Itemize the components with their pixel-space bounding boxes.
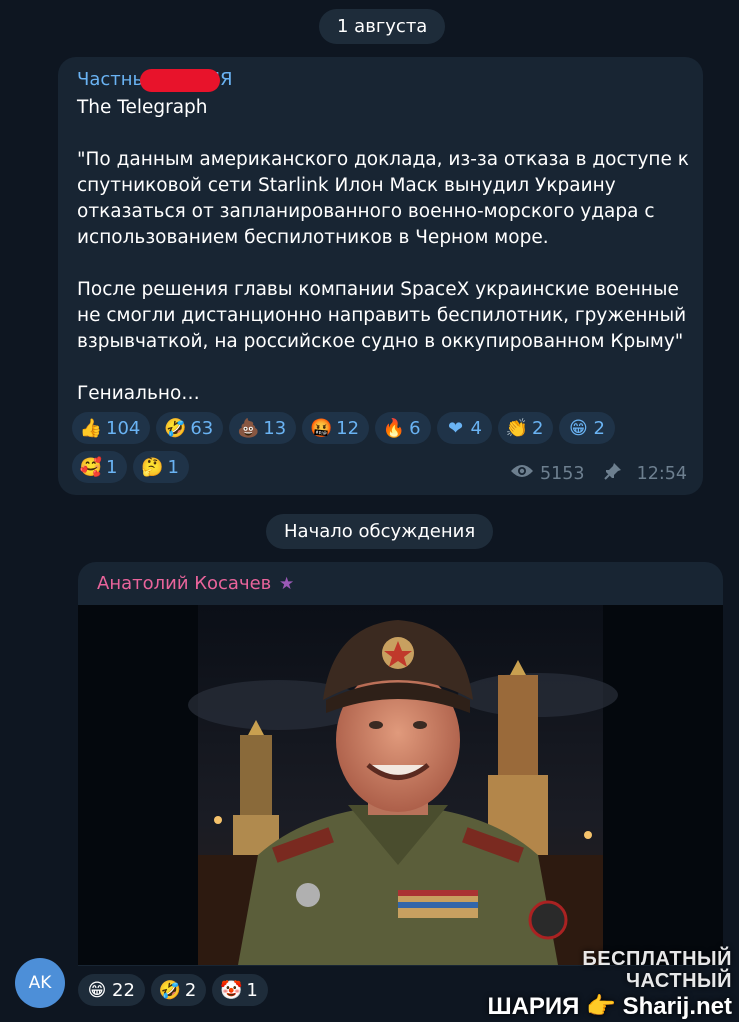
pin-icon [603, 461, 623, 486]
redaction-mark [140, 69, 220, 92]
reaction-thumbs-up[interactable]: 👍 104 [72, 412, 151, 444]
reaction-count: 63 [190, 417, 214, 439]
comment-author[interactable]: Анатолий Косачев ★ [97, 573, 294, 594]
reaction-grin[interactable]: 😁 2 [559, 412, 615, 444]
reaction-count: 1 [167, 456, 179, 478]
rofl-icon: 🤣 [164, 417, 187, 439]
reaction-angry-swearing[interactable]: 🤬 12 [302, 412, 370, 444]
post-reactions: 👍 104 🤣 63 💩 13 🤬 12 🔥 6 ❤ 4 👏 2 😁 2 [72, 412, 615, 444]
reaction-count: 2 [531, 417, 544, 439]
watermark-line2: ШАРИЯ 👉 Sharij.net [487, 993, 732, 1020]
clown-icon: 🤡 [220, 979, 243, 1001]
post-reactions-row2: 🥰 1 🤔 1 [72, 451, 189, 483]
commenter-avatar[interactable]: AK [15, 958, 65, 1008]
rofl-icon: 🤣 [158, 979, 182, 1001]
thumbs-up-icon: 👍 [79, 417, 103, 439]
comment-reactions: 😁 22 🤣 2 🤡 1 [78, 974, 268, 1006]
clap-icon: 👏 [505, 417, 529, 439]
discussion-start-separator: Начало обсуждения [266, 514, 494, 549]
grin-icon: 😁 [569, 417, 588, 439]
reaction-clown[interactable]: 🤡 1 [212, 974, 268, 1006]
reaction-count: 6 [409, 417, 421, 439]
reaction-thinking[interactable]: 🤔 1 [133, 451, 189, 483]
date-separator: 1 августа [319, 9, 446, 44]
star-icon: ★ [279, 574, 295, 594]
comment-message: Анатолий Косачев ★ [78, 562, 723, 966]
reaction-rofl[interactable]: 🤣 63 [156, 412, 224, 444]
reaction-count: 1 [106, 456, 118, 478]
reaction-count: 4 [470, 417, 482, 439]
reaction-count: 2 [593, 417, 605, 439]
reaction-rofl[interactable]: 🤣 2 [150, 974, 207, 1006]
reaction-count: 1 [246, 979, 258, 1001]
reaction-count: 22 [112, 979, 135, 1001]
grin-icon: 😁 [87, 979, 107, 1001]
reaction-poo[interactable]: 💩 13 [229, 412, 297, 444]
heart-icon: ❤ [447, 417, 464, 439]
reaction-count: 12 [336, 417, 360, 439]
thinking-icon: 🤔 [141, 456, 164, 478]
watermark: БЕСПЛАТНЫЙ ЧАСТНЫЙ ШАРИЯ 👉 Sharij.net [472, 948, 732, 1022]
reaction-grin[interactable]: 😁 22 [78, 974, 145, 1006]
reaction-count: 104 [106, 417, 141, 439]
reaction-heart[interactable]: ❤ 4 [436, 412, 492, 444]
smiling-hearts-icon: 🥰 [79, 456, 103, 478]
post-time: 12:54 [636, 463, 687, 484]
reaction-fire[interactable]: 🔥 6 [375, 412, 431, 444]
attached-photo[interactable] [78, 605, 723, 965]
reaction-count: 2 [184, 979, 197, 1001]
eye-icon [510, 463, 534, 484]
post-meta: 5153 12:54 [510, 461, 687, 486]
watermark-line1: БЕСПЛАТНЫЙ ЧАСТНЫЙ [582, 948, 732, 992]
reaction-count: 13 [263, 417, 287, 439]
reaction-smiling-hearts[interactable]: 🥰 1 [72, 451, 128, 483]
poo-icon: 💩 [237, 417, 260, 439]
post-text: The Telegraph "По данным американского д… [77, 97, 689, 404]
fire-icon: 🔥 [382, 417, 406, 439]
angry-swearing-icon: 🤬 [309, 417, 333, 439]
channel-post: Частный ШАРИЯ The Telegraph "По данным а… [58, 57, 703, 495]
reaction-clap[interactable]: 👏 2 [497, 412, 554, 444]
view-count: 5153 [540, 463, 585, 484]
